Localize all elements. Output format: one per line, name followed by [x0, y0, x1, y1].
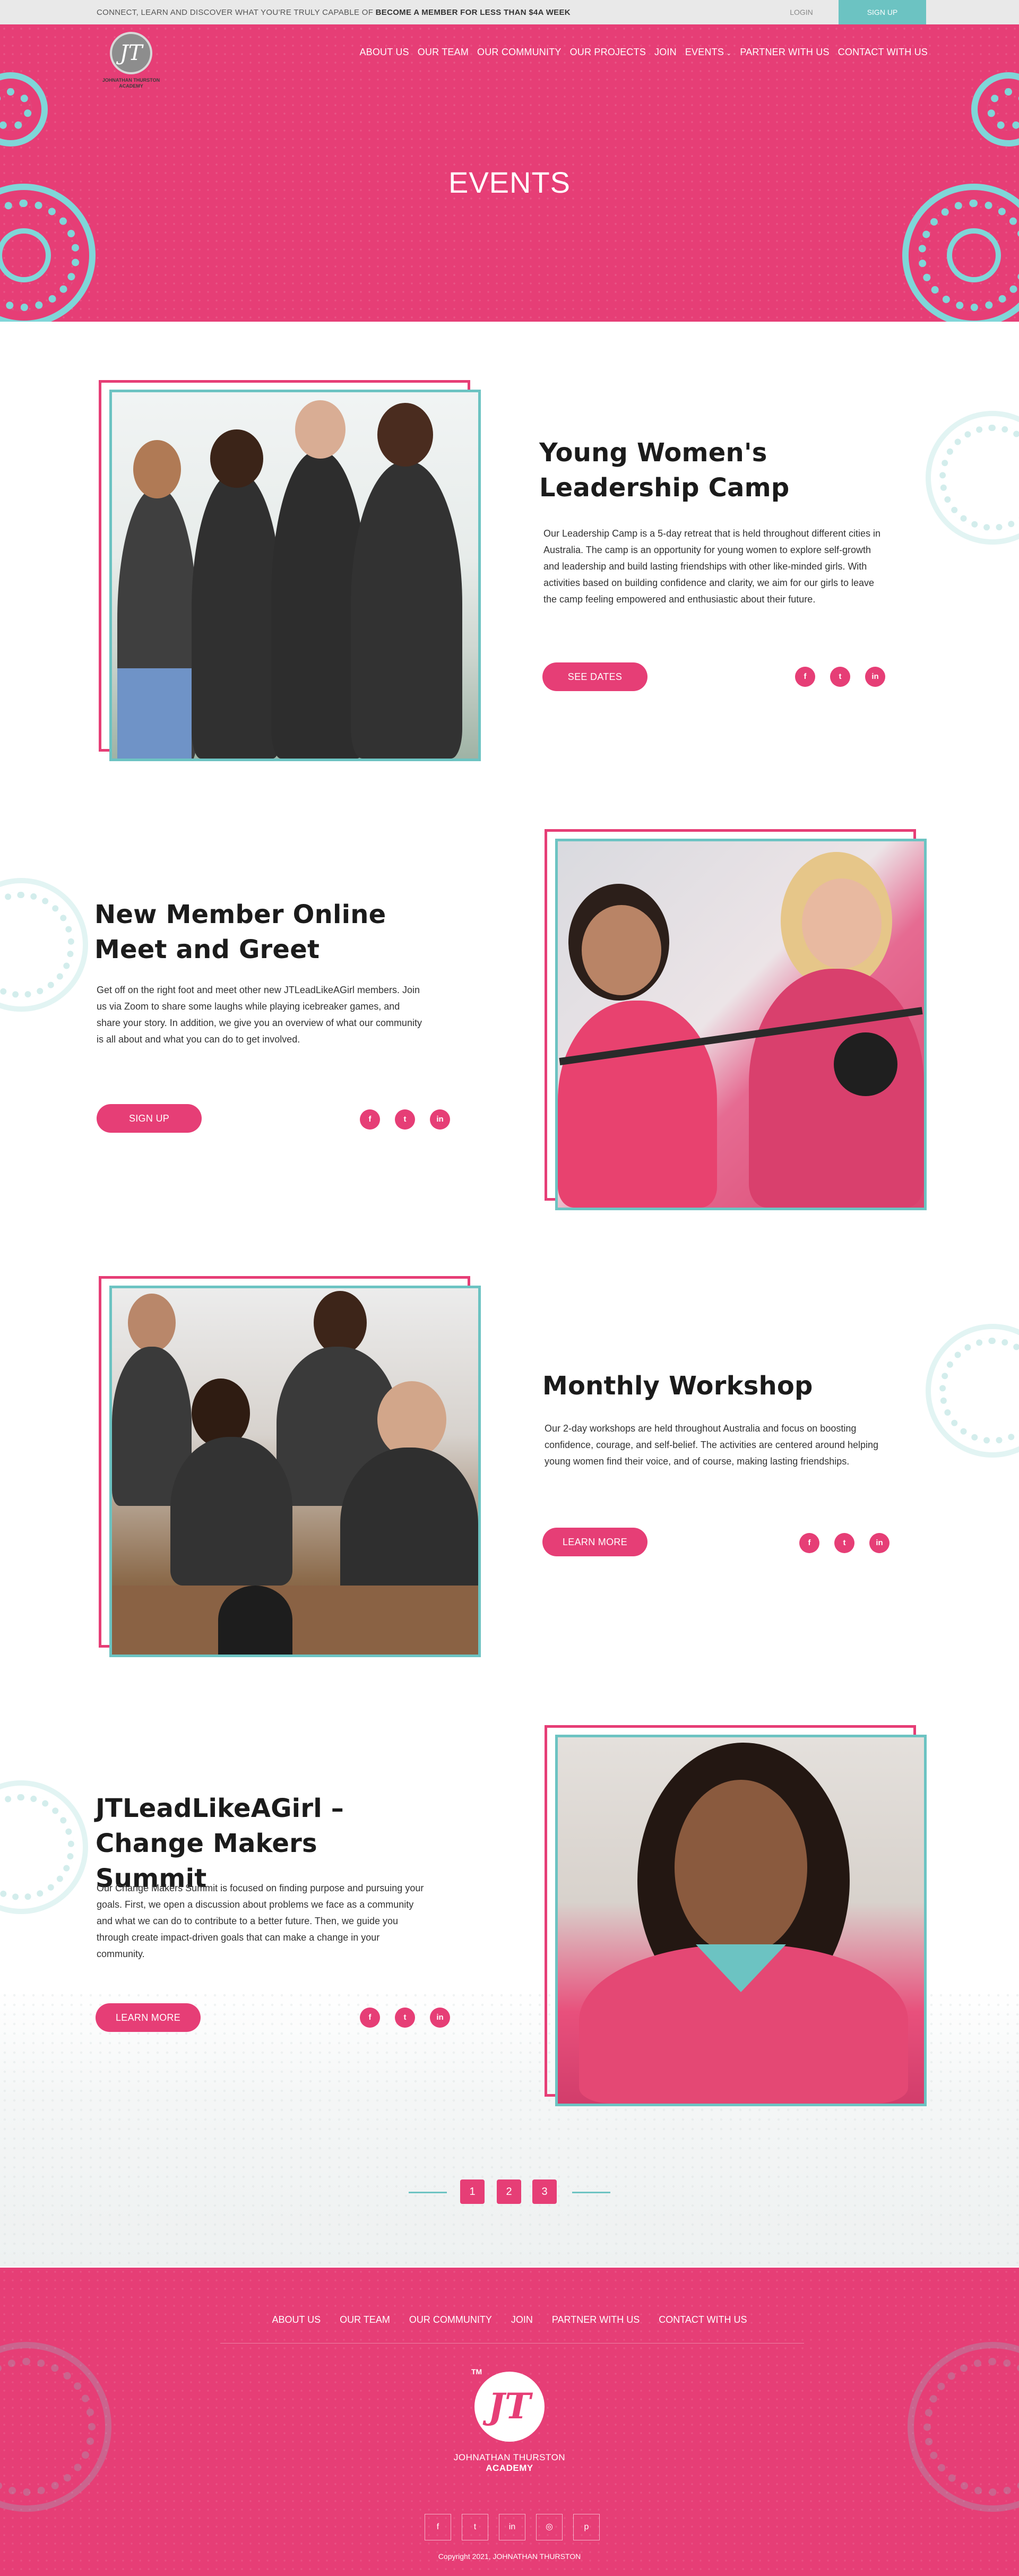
twitter-icon[interactable]: t	[830, 667, 850, 687]
chevron-down-icon: ⌄	[726, 49, 732, 57]
linkedin-icon[interactable]: in	[865, 667, 885, 687]
site-footer: ABOUT US OUR TEAM OUR COMMUNITY JOIN PAR…	[0, 2268, 1019, 2576]
footer-logo-mark: JT	[474, 2372, 545, 2442]
event-photo	[545, 1725, 927, 2107]
share-icons: f t in	[795, 667, 900, 687]
pager-line-left	[409, 2192, 447, 2193]
facebook-icon[interactable]: f	[360, 1109, 380, 1130]
event-title: New Member Online Meet and Greet	[94, 900, 386, 964]
footer-link-join[interactable]: JOIN	[511, 2314, 533, 2325]
hero-banner: JT JOHNATHAN THURSTON ACADEMY ABOUT US O…	[0, 24, 1019, 322]
event-photo	[99, 380, 481, 762]
top-bar: CONNECT, LEARN AND DISCOVER WHAT YOU'RE …	[0, 0, 1019, 24]
site-logo[interactable]: JT JOHNATHAN THURSTON ACADEMY	[97, 32, 166, 96]
page-3-button[interactable]: 3	[532, 2179, 557, 2204]
share-icons: f t in	[799, 1533, 904, 1553]
nav-item-events[interactable]: EVENTS ⌄	[685, 47, 731, 58]
promo-highlight: BECOME A MEMBER FOR LESS THAN $4A WEEK	[375, 8, 571, 17]
see-dates-button[interactable]: SEE DATES	[542, 662, 647, 691]
facebook-icon[interactable]: f	[799, 1533, 819, 1553]
linkedin-icon[interactable]: in	[869, 1533, 890, 1553]
learn-more-button[interactable]: LEARN MORE	[96, 2003, 201, 2032]
event-image	[558, 1737, 924, 2104]
event-image	[112, 392, 478, 759]
event-title: Young Women's Leadership Camp	[539, 438, 790, 503]
linkedin-icon[interactable]: in	[499, 2514, 525, 2540]
share-icons: f t in	[360, 2008, 465, 2028]
footer-social-links: f t in ◎ p	[425, 2514, 610, 2540]
logo-line-2: ACADEMY	[119, 83, 143, 89]
event-description: Our 2-day workshops are held throughout …	[545, 1423, 879, 1467]
logo-mark: JT	[110, 32, 152, 74]
linkedin-icon[interactable]: in	[430, 2008, 450, 2028]
footer-logo-text: JOHNATHAN THURSTON ACADEMY	[0, 2452, 1019, 2474]
twitter-icon[interactable]: t	[395, 2008, 415, 2028]
share-icons: f t in	[360, 1109, 465, 1130]
promo-text: CONNECT, LEARN AND DISCOVER WHAT YOU'RE …	[97, 8, 571, 17]
nav-item-our-projects[interactable]: OUR PROJECTS	[570, 47, 646, 58]
event-description: Our Change Makers Summit is focused on f…	[97, 1883, 424, 1959]
pagination: 1 2 3	[0, 2176, 1019, 2208]
instagram-icon[interactable]: ◎	[536, 2514, 563, 2540]
footer-logo-line-2: ACADEMY	[486, 2463, 533, 2473]
twitter-icon[interactable]: t	[462, 2514, 488, 2540]
page-title: EVENTS	[448, 166, 571, 199]
logo-line-1: JOHNATHAN THURSTON	[102, 77, 160, 83]
event-image	[558, 841, 924, 1208]
footer-link-partner-with-us[interactable]: PARTNER WITH US	[552, 2314, 640, 2325]
event-photo	[99, 1276, 481, 1658]
page-2-button[interactable]: 2	[497, 2179, 521, 2204]
footer-logo[interactable]: TM JT	[467, 2367, 552, 2452]
event-title: Monthly Workshop	[542, 1371, 813, 1401]
trademark-mark: TM	[471, 2367, 482, 2376]
footer-logo-line-1: JOHNATHAN THURSTON	[453, 2452, 566, 2462]
footer-divider	[220, 2343, 804, 2344]
login-link[interactable]: LOGIN	[754, 0, 849, 24]
event-image	[112, 1288, 478, 1655]
bg-swirl-1	[939, 425, 1019, 531]
nav-item-our-community[interactable]: OUR COMMUNITY	[477, 47, 562, 58]
bg-swirl-2	[0, 892, 74, 998]
nav-item-join[interactable]: JOIN	[654, 47, 677, 58]
bg-swirl-3	[939, 1338, 1019, 1444]
learn-more-button[interactable]: LEARN MORE	[542, 1528, 647, 1556]
event-description: Get off on the right foot and meet other…	[97, 985, 422, 1045]
footer-link-our-community[interactable]: OUR COMMUNITY	[409, 2314, 492, 2325]
nav-item-about-us[interactable]: ABOUT US	[359, 47, 409, 58]
facebook-icon[interactable]: f	[795, 667, 815, 687]
footer-link-contact-with-us[interactable]: CONTACT WITH US	[659, 2314, 747, 2325]
pager-line-right	[572, 2192, 610, 2193]
footer-link-our-team[interactable]: OUR TEAM	[340, 2314, 390, 2325]
event-photo	[545, 829, 927, 1211]
twitter-icon[interactable]: t	[834, 1533, 854, 1553]
facebook-icon[interactable]: f	[360, 2008, 380, 2028]
promo-lead: CONNECT, LEARN AND DISCOVER WHAT YOU'RE …	[97, 8, 374, 17]
copyright-text: Copyright 2021, JOHNATHAN THURSTON	[438, 2552, 581, 2561]
signup-button[interactable]: SIGN UP	[839, 0, 926, 24]
bg-swirl-4	[0, 1794, 74, 1900]
nav-item-our-team[interactable]: OUR TEAM	[418, 47, 469, 58]
nav-item-partner-with-us[interactable]: PARTNER WITH US	[740, 47, 829, 58]
nav-item-contact-with-us[interactable]: CONTACT WITH US	[838, 47, 928, 58]
twitter-icon[interactable]: t	[395, 1109, 415, 1130]
logo-text: JOHNATHAN THURSTON ACADEMY	[97, 77, 166, 89]
event-description: Our Leadership Camp is a 5-day retreat t…	[543, 528, 881, 605]
pinterest-icon[interactable]: p	[573, 2514, 600, 2540]
footer-nav: ABOUT US OUR TEAM OUR COMMUNITY JOIN PAR…	[0, 2314, 1019, 2325]
nav-item-events-label: EVENTS	[685, 47, 724, 57]
linkedin-icon[interactable]: in	[430, 1109, 450, 1130]
facebook-icon[interactable]: f	[425, 2514, 451, 2540]
page-1-button[interactable]: 1	[460, 2179, 485, 2204]
main-nav: ABOUT US OUR TEAM OUR COMMUNITY OUR PROJ…	[351, 47, 928, 58]
footer-link-about-us[interactable]: ABOUT US	[272, 2314, 321, 2325]
sign-up-button[interactable]: SIGN UP	[97, 1104, 202, 1133]
